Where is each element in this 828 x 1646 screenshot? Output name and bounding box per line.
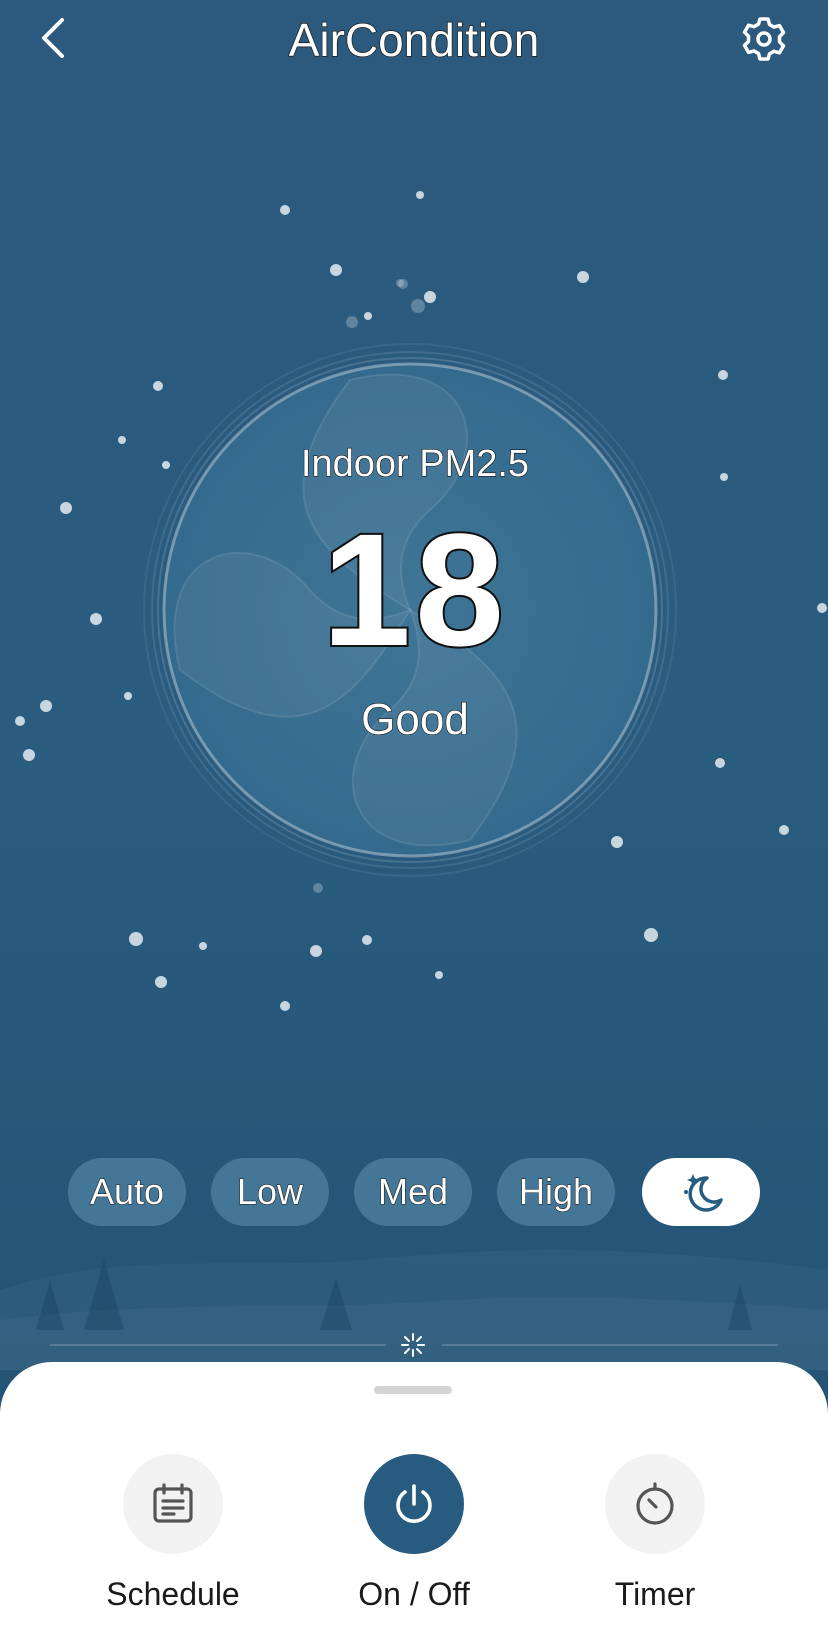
gear-icon (742, 17, 786, 61)
reading-label: Indoor PM2.5 (300, 442, 530, 485)
power-toggle-button[interactable]: On / Off (314, 1454, 514, 1613)
schedule-circle (123, 1454, 223, 1554)
calendar-icon (153, 1483, 193, 1523)
mode-auto-button[interactable]: Auto (68, 1158, 186, 1226)
pm25-reading: Indoor PM2.5 18 Good (165, 440, 665, 746)
settings-button[interactable] (740, 14, 788, 62)
timer-label: Timer (614, 1576, 696, 1612)
moon-sleep-icon (684, 1174, 723, 1212)
timer-circle (605, 1454, 705, 1554)
power-label: On / Off (358, 1576, 470, 1612)
schedule-label: Schedule (106, 1576, 240, 1612)
bottom-sheet: Schedule On / Off Timer (0, 1362, 828, 1646)
pm25-value: 18 (320, 500, 508, 679)
fan-spin-icon (401, 1333, 425, 1357)
air-quality-status: Good (361, 694, 470, 744)
divider-right (442, 1344, 778, 1346)
page-title: AirCondition (288, 13, 540, 66)
schedule-button[interactable]: Schedule (73, 1454, 273, 1613)
mode-med-button[interactable]: Med (354, 1158, 472, 1226)
power-circle (364, 1454, 464, 1554)
timer-icon (636, 1482, 674, 1525)
divider-left (50, 1344, 386, 1346)
mode-high-button[interactable]: High (497, 1158, 615, 1226)
power-icon (396, 1484, 432, 1523)
mode-sleep-button[interactable] (642, 1158, 760, 1226)
timer-button[interactable]: Timer (555, 1454, 755, 1613)
sheet-drag-handle[interactable] (374, 1386, 452, 1394)
mode-low-button[interactable]: Low (211, 1158, 329, 1226)
top-bar: AirCondition (0, 0, 828, 80)
